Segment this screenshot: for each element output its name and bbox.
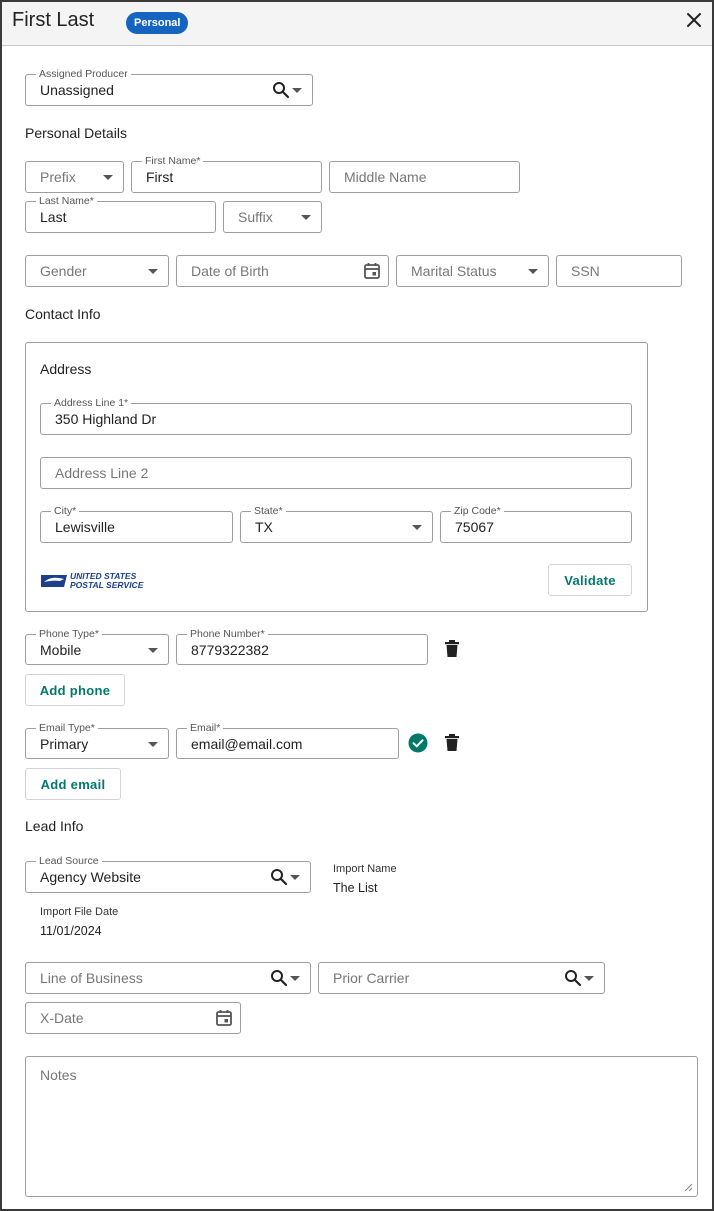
- email-type-value: Primary: [40, 735, 89, 752]
- last-name-field[interactable]: Last Name* Last: [25, 195, 216, 233]
- marital-status-select[interactable]: Marital Status: [396, 255, 549, 287]
- chevron-down-icon[interactable]: [584, 976, 594, 981]
- line-of-business-placeholder: Line of Business: [40, 970, 143, 986]
- chevron-down-icon: [103, 175, 113, 180]
- import-file-date-value: 11/01/2024: [40, 924, 102, 938]
- calendar-icon[interactable]: [214, 1008, 234, 1028]
- chevron-down-icon: [301, 215, 311, 220]
- email-field[interactable]: Email* email@email.com: [176, 722, 399, 759]
- assigned-producer-select[interactable]: Assigned Producer Unassigned: [25, 68, 313, 106]
- chevron-down-icon[interactable]: [290, 976, 300, 981]
- date-of-birth-field[interactable]: Date of Birth: [176, 255, 389, 287]
- usps-logo: UNITED STATES POSTAL SERVICE: [40, 571, 155, 591]
- phone-type-select[interactable]: Phone Type* Mobile: [25, 628, 169, 665]
- address-heading: Address: [40, 361, 92, 377]
- panel-header: First Last Personal: [2, 2, 712, 46]
- notes-textarea[interactable]: Notes: [25, 1056, 698, 1197]
- x-date-field[interactable]: X-Date: [25, 1002, 241, 1034]
- contact-info-heading: Contact Info: [25, 306, 101, 322]
- phone-number-value: 8779322382: [191, 641, 269, 658]
- prior-carrier-select[interactable]: Prior Carrier: [318, 962, 605, 994]
- chevron-down-icon[interactable]: [290, 875, 300, 880]
- address-line2-placeholder: Address Line 2: [55, 465, 149, 481]
- page-title: First Last: [12, 9, 95, 31]
- validate-button[interactable]: Validate: [548, 564, 632, 596]
- search-icon[interactable]: [272, 81, 290, 99]
- prefix-placeholder: Prefix: [40, 169, 76, 185]
- lead-source-select[interactable]: Lead Source Agency Website: [25, 855, 311, 893]
- chevron-down-icon[interactable]: [292, 88, 302, 93]
- notes-placeholder: Notes: [40, 1067, 77, 1083]
- lead-info-heading: Lead Info: [25, 818, 84, 834]
- state-value: TX: [255, 519, 273, 535]
- type-badge: Personal: [126, 12, 189, 34]
- search-icon[interactable]: [270, 868, 288, 886]
- phone-type-value: Mobile: [40, 641, 82, 658]
- eagle-icon: [41, 575, 67, 587]
- middle-name-field[interactable]: Middle Name: [329, 161, 520, 193]
- phone-number-field[interactable]: Phone Number* 8779322382: [176, 628, 428, 665]
- chevron-down-icon: [412, 525, 422, 530]
- calendar-icon[interactable]: [362, 261, 382, 281]
- chevron-down-icon: [148, 647, 158, 653]
- ssn-field[interactable]: SSN: [556, 255, 682, 287]
- x-date-placeholder: X-Date: [40, 1010, 84, 1026]
- first-name-field[interactable]: First Name* First: [131, 155, 322, 193]
- last-name-value: Last: [40, 209, 67, 225]
- import-file-date-label: Import File Date: [40, 906, 119, 918]
- search-icon[interactable]: [270, 969, 288, 987]
- email-value: email@email.com: [191, 735, 303, 752]
- prior-carrier-placeholder: Prior Carrier: [333, 970, 410, 986]
- state-select[interactable]: State* TX: [240, 505, 433, 543]
- first-name-value: First: [146, 169, 174, 185]
- ssn-placeholder: SSN: [571, 263, 600, 279]
- middle-name-placeholder: Middle Name: [344, 169, 427, 185]
- check-circle-icon: [408, 733, 428, 753]
- suffix-select[interactable]: Suffix: [223, 201, 322, 233]
- zip-code-value: 75067: [455, 519, 494, 535]
- date-of-birth-placeholder: Date of Birth: [191, 263, 269, 279]
- suffix-placeholder: Suffix: [238, 209, 273, 225]
- import-name-label: Import Name: [333, 863, 397, 875]
- usps-text-line2: POSTAL SERVICE: [70, 580, 144, 590]
- add-phone-button[interactable]: Add phone: [25, 674, 125, 706]
- zip-code-field[interactable]: Zip Code* 75067: [440, 505, 632, 543]
- resize-grip-icon[interactable]: [683, 1182, 693, 1192]
- trash-icon[interactable]: [443, 639, 461, 659]
- address-line1-value: 350 Highland Dr: [55, 411, 157, 427]
- chevron-down-icon: [528, 269, 538, 274]
- line-of-business-select[interactable]: Line of Business: [25, 962, 311, 994]
- email-type-select[interactable]: Email Type* Primary: [25, 722, 169, 759]
- address-line2-field[interactable]: Address Line 2: [40, 457, 632, 489]
- address-line1-field[interactable]: Address Line 1* 350 Highland Dr: [40, 397, 632, 435]
- close-icon[interactable]: [684, 10, 704, 30]
- prefix-select[interactable]: Prefix: [25, 161, 124, 193]
- import-name-value: The List: [333, 881, 378, 895]
- trash-icon[interactable]: [443, 733, 461, 753]
- city-value: Lewisville: [55, 519, 115, 535]
- lead-source-value: Agency Website: [40, 869, 141, 885]
- gender-select[interactable]: Gender: [25, 255, 169, 287]
- personal-details-heading: Personal Details: [25, 125, 127, 141]
- gender-placeholder: Gender: [40, 263, 87, 279]
- add-email-button[interactable]: Add email: [25, 768, 121, 800]
- chevron-down-icon: [148, 741, 158, 747]
- search-icon[interactable]: [564, 969, 582, 987]
- assigned-producer-value: Unassigned: [40, 82, 114, 98]
- city-field[interactable]: City* Lewisville: [40, 505, 233, 543]
- chevron-down-icon: [148, 269, 158, 274]
- marital-status-placeholder: Marital Status: [411, 263, 497, 279]
